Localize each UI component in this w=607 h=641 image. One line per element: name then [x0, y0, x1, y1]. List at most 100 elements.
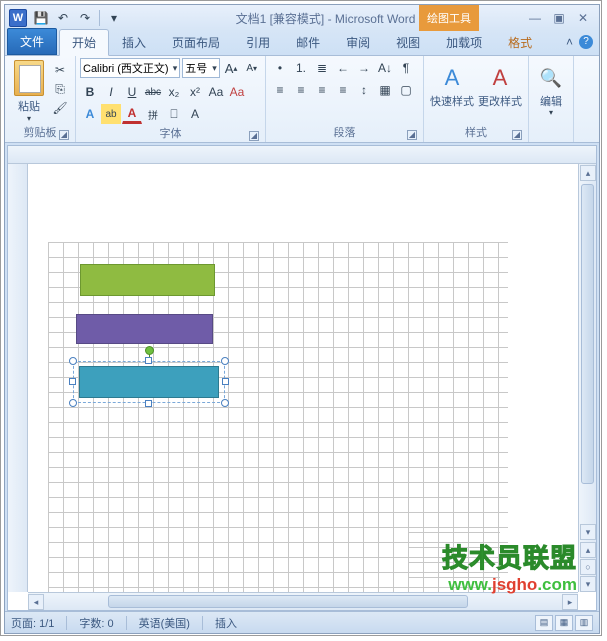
tab-references[interactable]: 引用 [233, 29, 283, 55]
app-icon: W [9, 9, 27, 27]
browse-object-button[interactable]: ○ [580, 559, 596, 575]
change-case-button[interactable]: Aa [206, 82, 226, 102]
copy-button[interactable]: ⎘ [51, 81, 69, 97]
tab-review[interactable]: 审阅 [333, 29, 383, 55]
redo-button[interactable]: ↷ [75, 8, 95, 28]
decrease-indent-button[interactable]: ← [333, 58, 353, 78]
tab-addins[interactable]: 加载项 [433, 29, 495, 55]
shape-rectangle-purple[interactable] [76, 314, 213, 344]
clear-format-button[interactable]: Aa [227, 82, 247, 102]
font-launcher[interactable]: ◢ [249, 131, 259, 141]
find-icon: 🔍 [533, 60, 569, 96]
help-button[interactable]: ? [579, 35, 593, 49]
tab-format[interactable]: 格式 [495, 29, 545, 55]
view-print-layout-button[interactable]: ▤ [535, 615, 553, 631]
multilevel-button[interactable]: ≣ [312, 58, 332, 78]
minimize-ribbon-button[interactable]: ˄ [566, 35, 573, 49]
scroll-right-button[interactable]: ▸ [562, 594, 578, 610]
paragraph-launcher[interactable]: ◢ [407, 130, 417, 140]
tab-file[interactable]: 文件 [7, 28, 57, 55]
align-center-button[interactable]: ≡ [291, 80, 311, 100]
shading-button[interactable]: ▦ [375, 80, 395, 100]
status-insert-mode[interactable]: 插入 [215, 615, 237, 631]
resize-handle-n[interactable] [145, 357, 152, 364]
shrink-font-button[interactable]: A▾ [242, 58, 261, 78]
subscript-button[interactable]: x₂ [164, 82, 184, 102]
paste-label[interactable]: 粘贴 [18, 98, 40, 114]
line-spacing-button[interactable]: ↕ [354, 80, 374, 100]
char-shading-button[interactable]: A [185, 104, 205, 124]
scroll-up-button[interactable]: ▴ [580, 165, 596, 181]
change-styles-button[interactable]: A 更改样式 [476, 58, 524, 123]
minimize-button[interactable]: — [527, 10, 543, 26]
horizontal-scrollbar[interactable]: ◂ ▸ [28, 592, 578, 610]
bold-button[interactable]: B [80, 82, 100, 102]
document-canvas[interactable] [28, 164, 578, 592]
restore-button[interactable]: ▣ [551, 10, 567, 26]
close-button[interactable]: ✕ [575, 10, 591, 26]
resize-handle-w[interactable] [69, 378, 76, 385]
view-fullscreen-button[interactable]: ▦ [555, 615, 573, 631]
italic-button[interactable]: I [101, 82, 121, 102]
group-label-editing [533, 139, 569, 142]
font-name-combo[interactable]: Calibri (西文正文)▾ [80, 58, 180, 78]
status-page[interactable]: 页面: 1/1 [11, 615, 54, 631]
editing-button[interactable]: 🔍 编辑 ▾ [533, 58, 569, 139]
increase-indent-button[interactable]: → [354, 58, 374, 78]
view-web-button[interactable]: ▥ [575, 615, 593, 631]
align-left-button[interactable]: ≡ [270, 80, 290, 100]
clipboard-launcher[interactable]: ◢ [59, 130, 69, 140]
cut-button[interactable]: ✂ [51, 62, 69, 78]
grow-font-button[interactable]: A▴ [222, 58, 241, 78]
tab-page-layout[interactable]: 页面布局 [159, 29, 233, 55]
customize-qat-button[interactable]: ▾ [104, 8, 124, 28]
undo-button[interactable]: ↶ [53, 8, 73, 28]
vertical-scrollbar[interactable]: ▴ ▾ ▴ ○ ▾ [578, 164, 596, 592]
resize-handle-e[interactable] [222, 378, 229, 385]
shape-rectangle-blue[interactable] [79, 366, 219, 398]
scroll-left-button[interactable]: ◂ [28, 594, 44, 610]
tab-mailings[interactable]: 邮件 [283, 29, 333, 55]
font-color-button[interactable]: A [122, 104, 142, 124]
status-language[interactable]: 英语(美国) [139, 615, 190, 631]
underline-button[interactable]: U [122, 82, 142, 102]
resize-handle-nw[interactable] [69, 357, 77, 365]
font-size-combo[interactable]: 五号▾ [182, 58, 219, 78]
char-border-button[interactable]: ⎕ [164, 104, 184, 124]
resize-handle-sw[interactable] [69, 399, 77, 407]
resize-handle-s[interactable] [145, 400, 152, 407]
horizontal-ruler[interactable] [8, 146, 596, 164]
superscript-button[interactable]: x² [185, 82, 205, 102]
align-right-button[interactable]: ≡ [312, 80, 332, 100]
shape-rectangle-green[interactable] [80, 264, 215, 296]
tab-insert[interactable]: 插入 [109, 29, 159, 55]
tab-home[interactable]: 开始 [59, 29, 109, 56]
save-button[interactable]: 💾 [31, 8, 51, 28]
prev-page-button[interactable]: ▴ [580, 542, 596, 558]
change-styles-icon: A [482, 60, 518, 96]
strikethrough-button[interactable]: abc [143, 82, 163, 102]
justify-button[interactable]: ≡ [333, 80, 353, 100]
quick-styles-button[interactable]: A 快速样式 [428, 58, 476, 123]
paste-icon[interactable] [14, 60, 44, 96]
scroll-down-button[interactable]: ▾ [580, 524, 596, 540]
text-effects-button[interactable]: A [80, 104, 100, 124]
tab-view[interactable]: 视图 [383, 29, 433, 55]
next-page-button[interactable]: ▾ [580, 576, 596, 592]
vertical-scroll-thumb[interactable] [581, 184, 594, 484]
vertical-ruler[interactable] [8, 164, 28, 592]
borders-button[interactable]: ▢ [396, 80, 416, 100]
horizontal-scroll-thumb[interactable] [108, 595, 468, 608]
shape-rectangle-blue-selected[interactable] [73, 361, 225, 403]
show-marks-button[interactable]: ¶ [396, 58, 416, 78]
resize-handle-se[interactable] [221, 399, 229, 407]
numbering-button[interactable]: 1. [291, 58, 311, 78]
format-painter-button[interactable]: 🖌 [51, 100, 69, 116]
resize-handle-ne[interactable] [221, 357, 229, 365]
highlight-button[interactable]: ab [101, 104, 121, 124]
phonetic-button[interactable]: 拼 [143, 104, 163, 124]
bullets-button[interactable]: • [270, 58, 290, 78]
styles-launcher[interactable]: ◢ [512, 130, 522, 140]
status-word-count[interactable]: 字数: 0 [79, 615, 113, 631]
sort-button[interactable]: A↓ [375, 58, 395, 78]
